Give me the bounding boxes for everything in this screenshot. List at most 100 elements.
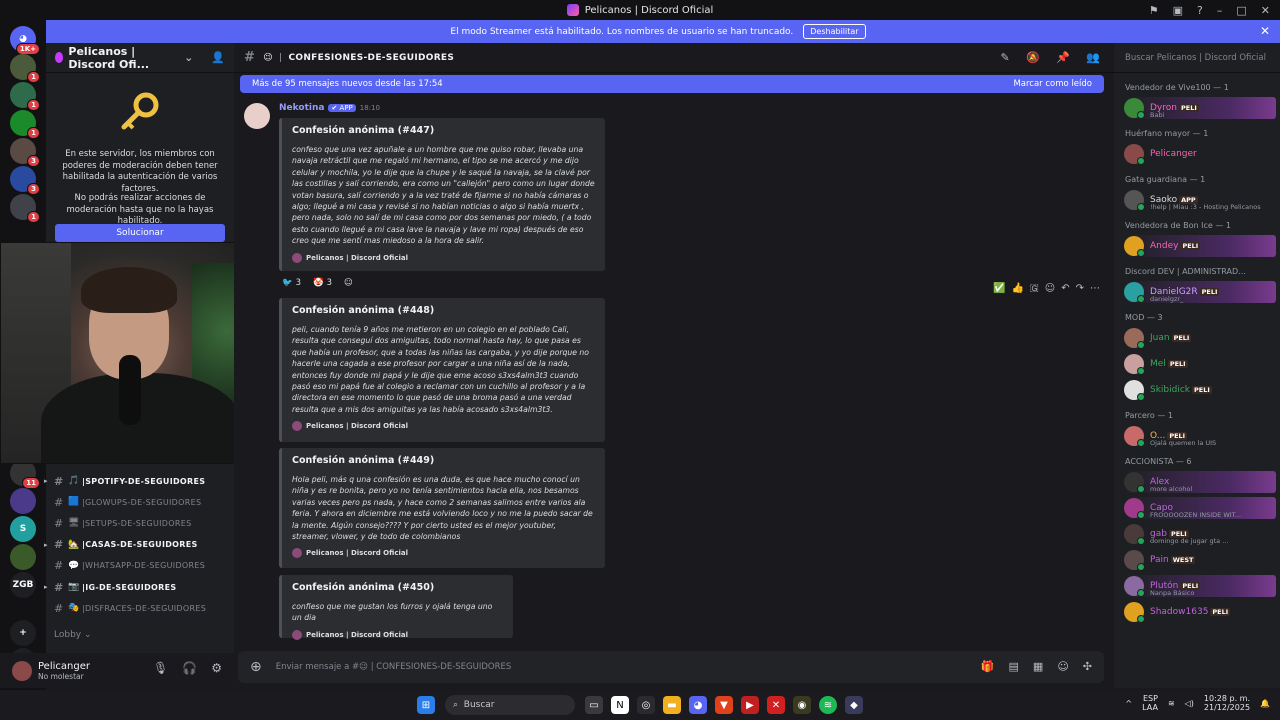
member-item[interactable]: Skibidick PELI — [1124, 379, 1276, 401]
microphone-icon[interactable]: 🎙 — [153, 661, 168, 675]
channel-item[interactable]: # 🖥 | SETUPS-DE-SEGUIDORES — [54, 514, 234, 532]
author-name[interactable]: Nekotina — [279, 103, 324, 113]
user-avatar[interactable] — [12, 660, 32, 681]
server-label: ZGB — [12, 580, 34, 590]
expand-arrow-icon[interactable]: ▸ — [44, 541, 48, 549]
message-composer[interactable]: ⊕ Enviar mensaje a #😉 | CONFESIONES-DE-S… — [238, 651, 1104, 683]
server-icon[interactable]: 1 — [10, 194, 40, 223]
help-icon[interactable]: ? — [1197, 4, 1203, 17]
language-indicator[interactable]: ESP LAA — [1142, 694, 1158, 712]
member-item[interactable]: Plutón PELI Nanpa Básico — [1124, 575, 1276, 597]
reply-icon[interactable]: ↶ — [1061, 283, 1069, 294]
notion-icon[interactable]: N — [611, 696, 629, 714]
taskbar-search[interactable]: ⌕ Buscar — [445, 695, 575, 715]
spotify-icon[interactable]: ≋ — [819, 696, 837, 714]
server-icon[interactable]: ZGB — [10, 572, 36, 598]
media-app-icon[interactable]: ▶ — [741, 696, 759, 714]
server-icon[interactable]: 3 — [10, 138, 40, 167]
settings-icon[interactable]: ⚙ — [211, 661, 222, 675]
server-header[interactable]: Pelicanos | Discord Ofi... ⌄ 👤 — [46, 43, 234, 73]
notifications-icon[interactable]: 🔔 — [1260, 699, 1270, 708]
bot-avatar[interactable] — [244, 103, 270, 129]
add-server-icon[interactable]: + — [10, 620, 36, 646]
channel-item[interactable]: # 🟦 | GLOWUPS-DE-SEGUIDORES — [54, 493, 234, 511]
add-member-icon[interactable]: 👤 — [211, 51, 225, 64]
member-item[interactable]: Capo FROOOOOZEN INSIDE WIT... — [1124, 497, 1276, 519]
screen-icon[interactable]: ▣ — [1173, 4, 1183, 17]
member-item[interactable]: DanielG2R PELI danielgzr_ — [1124, 281, 1276, 303]
threads-icon[interactable]: ✎ — [1000, 51, 1010, 64]
app-icon[interactable]: ◆ — [845, 696, 863, 714]
apps-icon[interactable]: ✣ — [1083, 660, 1092, 673]
member-item[interactable]: Alex more alcohol — [1124, 471, 1276, 493]
pin-icon[interactable]: 📌 — [1056, 51, 1070, 64]
discord-icon[interactable]: ◕ — [689, 696, 707, 714]
volume-icon[interactable]: ◁) — [1185, 699, 1194, 708]
forward-icon[interactable]: ↷ — [1076, 283, 1084, 294]
reaction-clown[interactable]: 🤡 3 — [310, 277, 335, 289]
check-reaction-icon[interactable]: ✅ — [993, 283, 1005, 294]
disable-streamer-button[interactable]: Deshabilitar — [803, 24, 866, 39]
gif-icon[interactable]: ▤ — [1009, 660, 1019, 673]
expand-arrow-icon[interactable]: ▸ — [44, 583, 48, 591]
mark-as-read-button[interactable]: Marcar como leído — [1013, 79, 1092, 89]
attach-plus-icon[interactable]: ⊕ — [250, 659, 262, 675]
obs-icon[interactable]: ◉ — [793, 696, 811, 714]
file-explorer-icon[interactable]: ▬ — [663, 696, 681, 714]
discord-home-icon[interactable]: ◕ 1K+ — [10, 26, 40, 55]
server-icon[interactable] — [10, 488, 36, 514]
thumbs-up-icon[interactable]: 👍 — [1011, 283, 1023, 294]
wifi-icon[interactable]: ≋ — [1168, 699, 1175, 708]
member-item[interactable]: Pelicanger — [1124, 143, 1276, 165]
server-icon[interactable]: 1 — [10, 82, 40, 111]
inbox-icon[interactable]: ⚑ — [1149, 4, 1159, 17]
channel-item[interactable]: ▸ # 🎵 | SPOTIFY-DE-SEGUIDORES — [44, 472, 234, 490]
server-icon[interactable]: 3 — [10, 166, 40, 195]
chevron-down-icon[interactable]: ⌄ — [184, 51, 193, 64]
tray-chevron-icon[interactable]: ^ — [1125, 699, 1132, 708]
channel-item[interactable]: ▸ # 📷 | IG-DE-SEGUIDORES — [44, 578, 234, 596]
members-icon[interactable]: 👥 — [1086, 51, 1100, 64]
member-item[interactable]: Mel PELI — [1124, 353, 1276, 375]
windows-start-icon[interactable]: ⊞ — [417, 696, 435, 714]
server-icon[interactable]: 1 — [10, 110, 40, 139]
lobby-category[interactable]: Lobby ⌄ — [54, 630, 92, 640]
close-banner-icon[interactable]: ✕ — [1260, 24, 1270, 38]
chrome-icon[interactable]: ◎ — [637, 696, 655, 714]
fix-mfa-button[interactable]: Solucionar — [55, 224, 225, 242]
brave-icon[interactable]: ▼ — [715, 696, 733, 714]
server-icon[interactable]: S — [10, 516, 36, 542]
more-icon[interactable]: ⋯ — [1090, 283, 1100, 294]
emoji-icon[interactable]: ☺ — [1057, 660, 1068, 673]
member-item[interactable]: O... PELI Ojalá quemen la UIS — [1124, 425, 1276, 447]
member-item[interactable]: Saoko APP !help | Miau :3 - Hosting Pelica… — [1124, 189, 1276, 211]
server-icon[interactable] — [10, 544, 36, 570]
member-item[interactable]: Andey PELI — [1124, 235, 1276, 257]
member-item[interactable]: gab PELI domingo de jugar gta ... — [1124, 523, 1276, 545]
channel-item[interactable]: # 🎭 | DISFRACES-DE-SEGUIDORES — [54, 599, 234, 617]
channel-item[interactable]: ▸ # 🏡 | CASAS-DE-SEGUIDORES — [44, 536, 234, 554]
gift-icon[interactable]: 🎁 — [981, 660, 995, 673]
task-view-icon[interactable]: ▭ — [585, 696, 603, 714]
channel-item[interactable]: # 💬 | WHATSAPP-DE-SEGUIDORES — [54, 557, 234, 575]
server-search-input[interactable]: Buscar Pelicanos | Discord Oficial — [1114, 43, 1280, 73]
member-item[interactable]: Shadow1635 PELI — [1124, 601, 1276, 623]
notifications-muted-icon[interactable]: 🔕 — [1026, 51, 1040, 64]
maximize-button[interactable]: □ — [1236, 4, 1246, 17]
member-item[interactable]: Dyron PELI Babi — [1124, 97, 1276, 119]
expand-arrow-icon[interactable]: ▸ — [44, 477, 48, 485]
minimize-button[interactable]: – — [1217, 4, 1223, 17]
sticker-icon[interactable]: ▦ — [1033, 660, 1043, 673]
headphones-icon[interactable]: 🎧 — [182, 661, 197, 675]
reaction-bird[interactable]: 🐦 3 — [279, 277, 304, 289]
server-icon[interactable]: 1 — [10, 54, 40, 83]
x-app-icon[interactable]: ✕ — [767, 696, 785, 714]
add-reaction-icon[interactable]: ☺ — [341, 277, 356, 289]
add-reaction-icon[interactable]: ☺ — [1045, 283, 1055, 294]
g-reaction-icon[interactable]: 🇬 — [1030, 283, 1039, 294]
new-messages-bar[interactable]: Más de 95 mensajes nuevos desde las 17:5… — [240, 75, 1104, 93]
member-item[interactable]: Pain WEST — [1124, 549, 1276, 571]
close-window-button[interactable]: ✕ — [1261, 4, 1270, 17]
member-item[interactable]: Juan PELI — [1124, 327, 1276, 349]
clock[interactable]: 10:28 p. m. 21/12/2025 — [1204, 694, 1250, 712]
